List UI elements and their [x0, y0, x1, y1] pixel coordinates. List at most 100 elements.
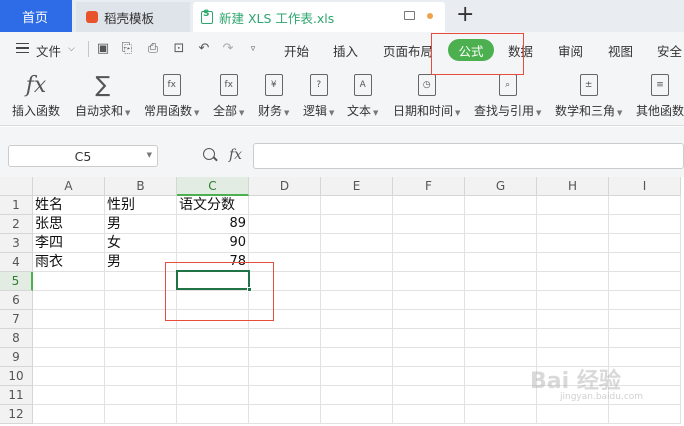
- cell-a11[interactable]: [33, 386, 105, 405]
- finance-button[interactable]: ¥ 财务 ▼: [258, 70, 289, 119]
- row-header-7[interactable]: 7: [0, 310, 33, 329]
- formula-input[interactable]: [253, 143, 684, 169]
- cell-a2[interactable]: 张思: [33, 215, 105, 234]
- date-time-button[interactable]: ◷ 日期和时间 ▼: [393, 70, 460, 119]
- cell-c2[interactable]: 89: [177, 215, 249, 234]
- cell-f7[interactable]: [393, 310, 465, 329]
- cell-h2[interactable]: [537, 215, 609, 234]
- cell-i4[interactable]: [609, 253, 681, 272]
- other-functions-button[interactable]: ≡ 其他函数: [636, 70, 684, 119]
- chevron-down-icon[interactable]: ⌵: [68, 44, 75, 54]
- cell-i6[interactable]: [609, 291, 681, 310]
- cell-a5[interactable]: [33, 272, 105, 291]
- cell-e5[interactable]: [321, 272, 393, 291]
- menu-file[interactable]: 文件: [36, 41, 61, 60]
- math-trig-button[interactable]: ± 数学和三角 ▼: [555, 70, 622, 119]
- cell-f9[interactable]: [393, 348, 465, 367]
- cell-f11[interactable]: [393, 386, 465, 405]
- cell-b8[interactable]: [105, 329, 177, 348]
- customize-dropdown-icon[interactable]: ▿: [246, 42, 260, 56]
- cell-f3[interactable]: [393, 234, 465, 253]
- cell-d3[interactable]: [249, 234, 321, 253]
- fx-icon[interactable]: fx: [229, 147, 242, 163]
- row-header-9[interactable]: 9: [0, 348, 33, 367]
- cell-h3[interactable]: [537, 234, 609, 253]
- cell-b10[interactable]: [105, 367, 177, 386]
- cell-g3[interactable]: [465, 234, 537, 253]
- cell-i1[interactable]: [609, 196, 681, 215]
- cell-f4[interactable]: [393, 253, 465, 272]
- cell-a9[interactable]: [33, 348, 105, 367]
- cell-c8[interactable]: [177, 329, 249, 348]
- cell-i7[interactable]: [609, 310, 681, 329]
- column-header-b[interactable]: B: [105, 177, 177, 196]
- print-icon[interactable]: ⎙: [146, 42, 160, 56]
- cell-i5[interactable]: [609, 272, 681, 291]
- cell-d8[interactable]: [249, 329, 321, 348]
- cell-b2[interactable]: 男: [105, 215, 177, 234]
- cell-e12[interactable]: [321, 405, 393, 424]
- column-header-h[interactable]: H: [537, 177, 609, 196]
- cell-e9[interactable]: [321, 348, 393, 367]
- menu-start[interactable]: 开始: [284, 41, 309, 60]
- cell-e3[interactable]: [321, 234, 393, 253]
- cell-a3[interactable]: 李四: [33, 234, 105, 253]
- column-header-g[interactable]: G: [465, 177, 537, 196]
- cell-e1[interactable]: [321, 196, 393, 215]
- cell-h6[interactable]: [537, 291, 609, 310]
- chevron-down-icon[interactable]: ▼: [147, 151, 152, 159]
- cell-d12[interactable]: [249, 405, 321, 424]
- cell-g11[interactable]: [465, 386, 537, 405]
- cell-f6[interactable]: [393, 291, 465, 310]
- cell-f1[interactable]: [393, 196, 465, 215]
- cell-e2[interactable]: [321, 215, 393, 234]
- row-header-2[interactable]: 2: [0, 215, 33, 234]
- cell-g10[interactable]: [465, 367, 537, 386]
- cell-h5[interactable]: [537, 272, 609, 291]
- cell-f8[interactable]: [393, 329, 465, 348]
- cell-a7[interactable]: [33, 310, 105, 329]
- undo-icon[interactable]: ↶: [197, 42, 211, 56]
- print-preview-icon[interactable]: ⊡: [172, 42, 186, 56]
- cell-d11[interactable]: [249, 386, 321, 405]
- cell-g2[interactable]: [465, 215, 537, 234]
- redo-icon[interactable]: ↷: [221, 42, 235, 56]
- cell-c10[interactable]: [177, 367, 249, 386]
- autosum-button[interactable]: ∑ 自动求和 ▼: [75, 70, 130, 119]
- cell-a12[interactable]: [33, 405, 105, 424]
- cell-g7[interactable]: [465, 310, 537, 329]
- cell-f2[interactable]: [393, 215, 465, 234]
- tab-home[interactable]: 首页: [0, 0, 72, 32]
- cell-a10[interactable]: [33, 367, 105, 386]
- cell-e6[interactable]: [321, 291, 393, 310]
- select-all-corner[interactable]: [0, 177, 33, 196]
- cell-h7[interactable]: [537, 310, 609, 329]
- text-button[interactable]: A 文本 ▼: [347, 70, 378, 119]
- cell-g1[interactable]: [465, 196, 537, 215]
- cell-c12[interactable]: [177, 405, 249, 424]
- cell-c1[interactable]: 语文分数: [177, 196, 249, 215]
- cell-b12[interactable]: [105, 405, 177, 424]
- cell-e11[interactable]: [321, 386, 393, 405]
- cell-f12[interactable]: [393, 405, 465, 424]
- menu-view[interactable]: 视图: [608, 41, 633, 60]
- cell-g8[interactable]: [465, 329, 537, 348]
- cell-d9[interactable]: [249, 348, 321, 367]
- name-box[interactable]: C5 ▼: [8, 145, 158, 167]
- menu-security[interactable]: 安全: [657, 41, 682, 60]
- row-header-8[interactable]: 8: [0, 329, 33, 348]
- cell-b3[interactable]: 女: [105, 234, 177, 253]
- row-header-1[interactable]: 1: [0, 196, 33, 215]
- row-header-11[interactable]: 11: [0, 386, 33, 405]
- cell-c9[interactable]: [177, 348, 249, 367]
- cell-d10[interactable]: [249, 367, 321, 386]
- row-header-10[interactable]: 10: [0, 367, 33, 386]
- row-header-6[interactable]: 6: [0, 291, 33, 310]
- cell-a4[interactable]: 雨衣: [33, 253, 105, 272]
- tab-file[interactable]: 新建 XLS 工作表.xls: [193, 2, 445, 32]
- row-header-4[interactable]: 4: [0, 253, 33, 272]
- row-header-12[interactable]: 12: [0, 405, 33, 424]
- cell-b11[interactable]: [105, 386, 177, 405]
- tab-template[interactable]: 稻壳模板: [76, 2, 190, 32]
- cell-e10[interactable]: [321, 367, 393, 386]
